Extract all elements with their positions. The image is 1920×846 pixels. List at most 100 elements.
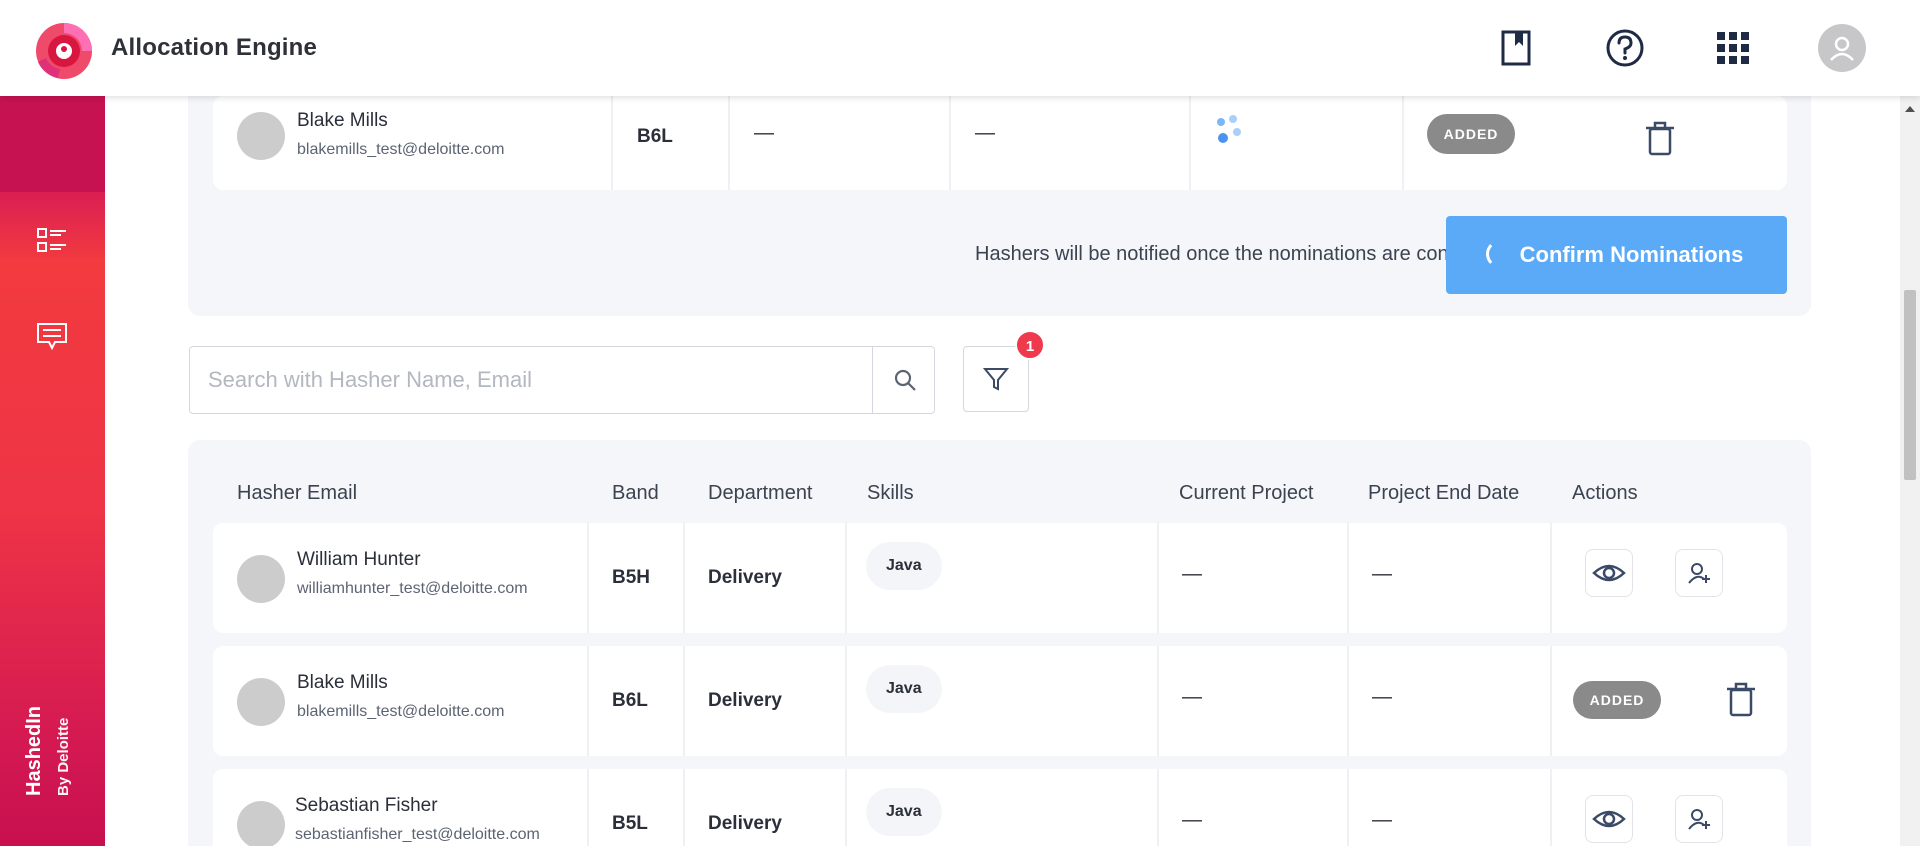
brand-lockup: HashedIn By Deloitte — [22, 686, 86, 796]
feedback-icon — [37, 323, 67, 351]
add-nominee-button[interactable] — [1675, 549, 1723, 597]
user-avatar-icon[interactable] — [1818, 24, 1866, 72]
top-header: Allocation Engine — [0, 0, 1920, 96]
band: B6L — [612, 690, 648, 711]
divider — [728, 96, 730, 190]
hasher-email: blakemills_test@deloitte.com — [297, 703, 505, 720]
brand-subtitle: By Deloitte — [55, 717, 72, 796]
divider — [1402, 96, 1404, 190]
hasher-name: Blake Mills — [297, 672, 388, 693]
divider — [1550, 646, 1552, 756]
search-box — [189, 346, 935, 414]
scroll-up-arrow-icon[interactable] — [1905, 106, 1915, 112]
header-hasher-email: Hasher Email — [237, 482, 358, 504]
sidebar-top-block — [0, 96, 105, 192]
divider — [1189, 96, 1191, 190]
help-icon[interactable] — [1603, 26, 1647, 70]
current-project: — — [1182, 686, 1202, 708]
search-icon — [894, 369, 916, 391]
project-end-date: — — [1372, 686, 1392, 708]
avatar — [237, 678, 285, 726]
avatar — [237, 112, 285, 160]
search-input[interactable] — [190, 347, 872, 413]
eye-icon — [1592, 810, 1626, 828]
divider — [587, 769, 589, 846]
skill-chip: Java — [866, 788, 942, 836]
list-icon — [37, 228, 66, 252]
sidebar-item-feedback[interactable] — [26, 310, 78, 362]
hasher-name: Blake Mills — [297, 110, 388, 131]
search-button[interactable] — [872, 347, 936, 413]
header-actions: Actions — [1572, 482, 1638, 504]
divider — [845, 646, 847, 756]
band: B5H — [612, 567, 651, 588]
app-title: Allocation Engine — [111, 34, 318, 61]
divider — [683, 523, 685, 633]
divider — [683, 646, 685, 756]
divider — [1347, 769, 1349, 846]
project-end-date: — — [975, 122, 995, 144]
apps-grid-icon[interactable] — [1711, 26, 1755, 70]
header-current-project: Current Project — [1179, 482, 1314, 504]
divider — [587, 523, 589, 633]
view-button[interactable] — [1585, 795, 1633, 843]
header-band: Band — [612, 482, 659, 504]
filter-icon — [982, 368, 1010, 391]
loading-dots-icon — [1213, 114, 1253, 150]
divider — [1550, 769, 1552, 846]
status-badge: ADDED — [1573, 681, 1661, 719]
divider — [1157, 646, 1159, 756]
department: Delivery — [708, 690, 782, 711]
delete-icon[interactable] — [1642, 118, 1678, 158]
page-scrollbar[interactable] — [1900, 96, 1920, 846]
table-row: Sebastian Fisher sebastianfisher_test@de… — [213, 769, 1787, 846]
project-end-date: — — [1372, 809, 1392, 831]
skill-chip: Java — [866, 665, 942, 713]
current-project: — — [754, 122, 774, 144]
sidebar: HashedIn By Deloitte — [0, 96, 105, 846]
hasher-name: Sebastian Fisher — [295, 795, 438, 816]
brand-name: HashedIn — [23, 705, 45, 796]
add-nominee-button[interactable] — [1675, 795, 1723, 843]
hasher-email: williamhunter_test@deloitte.com — [297, 580, 528, 597]
app-logo — [28, 16, 98, 82]
department: Delivery — [708, 813, 782, 834]
bookmark-icon[interactable] — [1494, 26, 1538, 70]
hasher-email: blakemills_test@deloitte.com — [297, 141, 505, 158]
divider — [845, 523, 847, 633]
header-department: Department — [708, 482, 813, 504]
hasher-email: sebastianfisher_test@deloitte.com — [295, 826, 540, 843]
divider — [683, 769, 685, 846]
divider — [1157, 523, 1159, 633]
divider — [1157, 769, 1159, 846]
divider — [845, 769, 847, 846]
view-button[interactable] — [1585, 549, 1633, 597]
band: B6L — [637, 126, 673, 147]
sidebar-item-list[interactable] — [26, 214, 78, 266]
divider — [611, 96, 613, 190]
avatar — [237, 801, 285, 846]
current-project: — — [1182, 563, 1202, 585]
status-badge: ADDED — [1427, 114, 1515, 154]
band: B5L — [612, 813, 648, 834]
table-row: William Hunter williamhunter_test@deloit… — [213, 523, 1787, 633]
scroll-thumb[interactable] — [1904, 290, 1916, 480]
divider — [1550, 523, 1552, 633]
skill-chip: Java — [866, 542, 942, 590]
add-user-icon — [1688, 809, 1710, 830]
table-row: Blake Mills blakemills_test@deloitte.com… — [213, 646, 1787, 756]
header-project-end-date: Project End Date — [1368, 482, 1520, 504]
confirm-nominations-button[interactable]: Confirm Nominations — [1446, 216, 1787, 294]
delete-icon[interactable] — [1723, 679, 1759, 719]
notification-notice: Hashers will be notified once the nomina… — [975, 243, 1505, 265]
department: Delivery — [708, 567, 782, 588]
avatar — [237, 555, 285, 603]
spinner-icon — [1486, 240, 1514, 268]
filter-count-badge: 1 — [1015, 330, 1045, 360]
current-project: — — [1182, 809, 1202, 831]
header-skills: Skills — [867, 482, 914, 504]
nominated-row: Blake Mills blakemills_test@deloitte.com… — [213, 96, 1787, 190]
divider — [1347, 523, 1349, 633]
hasher-name: William Hunter — [297, 549, 421, 570]
divider — [949, 96, 951, 190]
